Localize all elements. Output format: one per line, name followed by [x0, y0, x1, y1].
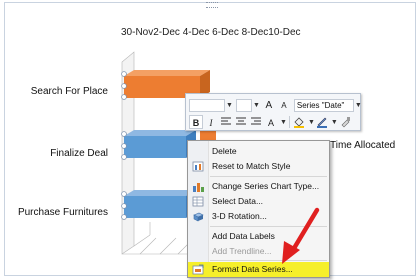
menu-item-label: Change Series Chart Type...	[212, 181, 320, 191]
outline-color-dropdown-icon[interactable]: ▼	[331, 119, 338, 126]
legend-label: Time Allocated	[330, 140, 396, 151]
font-name-dropdown-icon[interactable]: ▼	[226, 102, 233, 109]
outline-color-icon[interactable]	[315, 115, 329, 129]
category-label-purchase-furnitures: Purchase Furnitures	[17, 207, 108, 218]
menu-item-select-data[interactable]: Select Data...	[188, 194, 329, 209]
menu-separator	[210, 226, 327, 227]
menu-item-label: Reset to Match Style	[212, 161, 291, 171]
toolbar-divider	[288, 116, 290, 128]
format-series-icon	[192, 264, 204, 275]
align-center-icon[interactable]	[234, 115, 248, 129]
menu-item-label: Add Trendline...	[212, 246, 272, 256]
menu-item-label: Delete	[212, 146, 237, 156]
series-select-dropdown-icon[interactable]: ▼	[355, 102, 362, 109]
series-select[interactable]: Series "Date"	[293, 98, 354, 112]
category-label-finalize-deal: Finalize Deal	[50, 148, 108, 159]
fill-color-dropdown-icon[interactable]: ▼	[308, 119, 315, 126]
menu-item-reset-to-match-style[interactable]: Reset to Match Style	[188, 159, 329, 174]
gridline-1	[133, 234, 151, 247]
gridline-3	[159, 237, 177, 255]
shrink-font-button[interactable]: A	[277, 98, 291, 112]
font-size-dropdown-icon[interactable]: ▼	[253, 102, 260, 109]
font-size-select[interactable]	[235, 98, 252, 112]
menu-item-label: 3-D Rotation...	[212, 211, 267, 221]
menu-item-format-data-series[interactable]: Format Data Series...	[188, 262, 329, 277]
3d-rotation-icon	[192, 211, 204, 222]
chart-type-icon	[192, 181, 204, 192]
menu-item-label: Add Data Labels	[212, 231, 275, 241]
menu-item-change-series-chart-type[interactable]: Change Series Chart Type...	[188, 179, 329, 194]
menu-item-label: Select Data...	[212, 196, 264, 206]
font-color-button[interactable]: A	[264, 115, 278, 129]
align-left-icon[interactable]	[219, 115, 233, 129]
menu-separator	[210, 176, 327, 177]
menu-item-add-data-labels[interactable]: Add Data Labels	[188, 229, 329, 244]
font-color-dropdown-icon[interactable]: ▼	[280, 119, 287, 126]
select-data-icon	[192, 196, 204, 207]
menu-separator	[210, 260, 327, 261]
context-menu: Delete Reset to Match Style Change Serie…	[187, 140, 330, 278]
grow-font-button[interactable]: A	[262, 98, 276, 112]
mini-toolbar: ▼ ▼ A A Series "Date" ▼ B I A ▼ ▼ ▼	[185, 93, 362, 131]
menu-item-add-trendline[interactable]: Add Trendline...	[188, 244, 329, 259]
font-name-select[interactable]	[189, 98, 225, 112]
bar-purchase-furnitures	[124, 190, 196, 218]
fill-color-icon[interactable]	[292, 115, 306, 129]
italic-button[interactable]: I	[204, 115, 218, 129]
category-label-search-for-place: Search For Place	[30, 86, 108, 97]
menu-item-3d-rotation[interactable]: 3-D Rotation...	[188, 209, 329, 224]
bold-button[interactable]: B	[189, 115, 203, 129]
format-painter-icon[interactable]	[338, 115, 352, 129]
reset-style-icon	[192, 161, 204, 172]
align-right-icon[interactable]	[249, 115, 263, 129]
menu-item-label: Format Data Series...	[212, 264, 293, 274]
menu-item-delete[interactable]: Delete	[188, 144, 329, 159]
